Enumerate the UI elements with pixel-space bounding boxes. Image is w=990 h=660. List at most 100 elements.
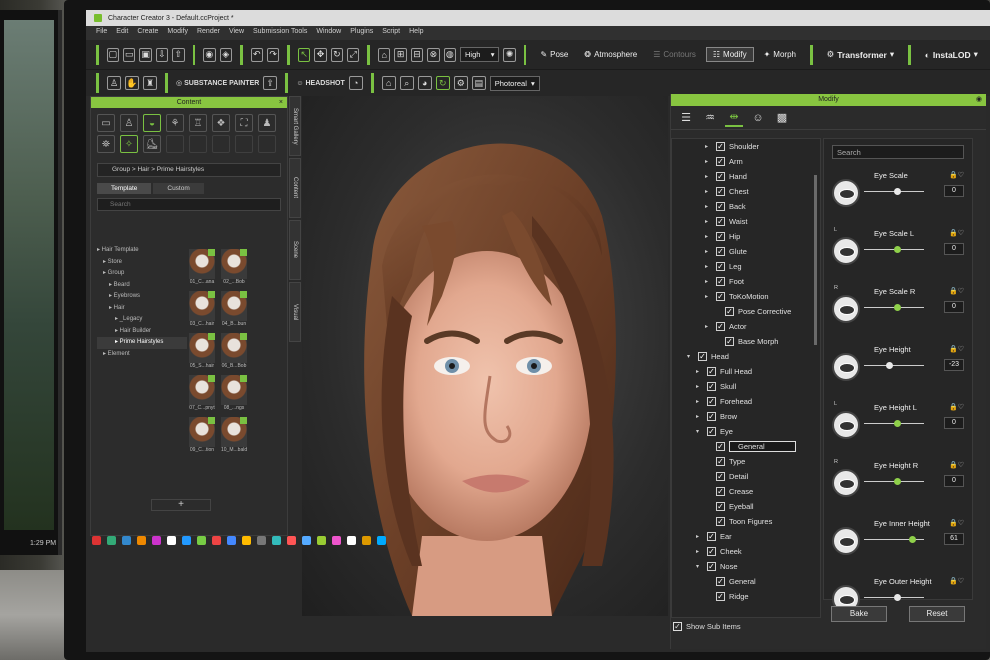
tree-row[interactable]: ▸ ✓ Ear <box>672 529 820 544</box>
slider-knob[interactable] <box>894 246 901 253</box>
checkbox-checked-icon[interactable]: ✓ <box>707 562 716 571</box>
modify-button[interactable]: ☷ Modify <box>705 47 754 62</box>
taskbar-app-icon[interactable] <box>272 536 281 545</box>
head-icon[interactable]: ◔ <box>348 76 363 90</box>
tree-row[interactable]: ✓ Base Morph <box>672 334 820 349</box>
tree-row[interactable]: ▸ ✓ ToKoMotion <box>672 289 820 304</box>
zoom-icon[interactable]: ⌕ <box>399 76 414 90</box>
content-tree-item[interactable]: ▸ Eyebrows <box>97 291 187 303</box>
chevron-right-icon[interactable]: ▸ <box>705 278 712 285</box>
menu-item[interactable]: Window <box>316 28 341 38</box>
new-file-icon[interactable]: ▢ <box>106 47 119 62</box>
taskbar-app-icon[interactable] <box>197 536 206 545</box>
rotate-view-icon[interactable]: ↻ <box>435 76 450 90</box>
slider-value-input[interactable]: 61 <box>944 533 964 545</box>
side-tab[interactable]: Visual <box>289 282 301 342</box>
slider-value-input[interactable]: -23 <box>944 359 964 371</box>
chevron-down-icon[interactable]: ▾ <box>696 428 703 435</box>
tree-row[interactable]: ▸ ✓ Hand <box>672 169 820 184</box>
content-tree-item[interactable]: ▸ Beard <box>97 280 187 292</box>
folder-icon[interactable]: ▭ <box>97 114 115 132</box>
content-tree-item[interactable]: ▸ Group <box>97 268 187 280</box>
checkbox-checked-icon[interactable]: ✓ <box>716 157 725 166</box>
checkbox-checked-icon[interactable]: ✓ <box>716 322 725 331</box>
tree-row[interactable]: ✓ Crease <box>672 484 820 499</box>
tree-row[interactable]: ▸ ✓ Hip <box>672 229 820 244</box>
lock-heart-icon[interactable]: 🔒♡ <box>949 461 964 469</box>
checkbox-checked-icon[interactable]: ✓ <box>716 187 725 196</box>
morph-tab-icon[interactable]: ⇹ <box>725 109 743 127</box>
slider-value-input[interactable]: 0 <box>944 301 964 313</box>
chevron-right-icon[interactable]: ▸ <box>696 368 703 375</box>
slider-track[interactable] <box>864 594 924 601</box>
tree-row[interactable]: ▸ ✓ Leg <box>672 259 820 274</box>
slider-knob[interactable] <box>894 304 901 311</box>
checkbox-checked-icon[interactable]: ✓ <box>716 592 725 601</box>
instalod-button[interactable]: ◐ InstaLOD ▾ <box>919 47 984 62</box>
light-icon[interactable]: ✺ <box>503 47 516 62</box>
slider-track[interactable] <box>864 478 924 485</box>
taskbar-app-icon[interactable] <box>242 536 251 545</box>
head-icon[interactable]: ◒ <box>143 114 161 132</box>
checkbox-checked-icon[interactable]: ✓ <box>716 262 725 271</box>
checkbox-checked-icon[interactable]: ✓ <box>716 457 725 466</box>
bake-button[interactable]: Bake <box>831 606 887 622</box>
frame-icon[interactable]: ⊞ <box>394 47 407 62</box>
tree-row[interactable]: ▾ ✓ Eye <box>672 424 820 439</box>
tree-row[interactable]: ▸ ✓ Brow <box>672 409 820 424</box>
checkbox-checked-icon[interactable]: ✓ <box>716 472 725 481</box>
tree-row[interactable]: ▾ ✓ Head <box>672 349 820 364</box>
slider-value-input[interactable]: 0 <box>944 185 964 197</box>
taskbar-app-icon[interactable] <box>362 536 371 545</box>
checkbox-checked-icon[interactable]: ✓ <box>698 352 707 361</box>
chevron-right-icon[interactable]: ▸ <box>705 188 712 195</box>
checkbox-checked-icon[interactable]: ✓ <box>716 142 725 151</box>
slider-value-input[interactable]: 0 <box>944 243 964 255</box>
gear-icon[interactable]: ⚙ <box>453 76 468 90</box>
content-tree-item[interactable]: ▸ _Legacy <box>97 314 187 326</box>
substance-painter-button[interactable]: ◎ SUBSTANCE PAINTER <box>176 79 259 88</box>
taskbar-app-icon[interactable] <box>227 536 236 545</box>
sliders-tab-icon[interactable]: ☰ <box>677 109 695 127</box>
tree-row[interactable]: ▸ ✓ Chest <box>672 184 820 199</box>
headshot-button[interactable]: ☺ HEADSHOT <box>296 80 344 87</box>
tree-row[interactable]: ✓ General <box>672 439 820 454</box>
chevron-down-icon[interactable]: ▾ <box>687 353 694 360</box>
close-icon[interactable]: × <box>279 97 283 108</box>
hair-thumbnail[interactable]: 08_...ngs <box>221 375 247 413</box>
hair-style-icon[interactable]: ✧ <box>120 135 138 153</box>
checkbox-checked-icon[interactable]: ✓ <box>716 292 725 301</box>
checkbox-checked-icon[interactable]: ✓ <box>716 202 725 211</box>
hair-thumbnail[interactable]: 04_B...bun <box>221 291 247 329</box>
render-mode-select[interactable]: Photoreal ▾ <box>489 75 540 91</box>
close-icon[interactable]: ◉ <box>976 94 982 106</box>
chevron-right-icon[interactable]: ▸ <box>696 413 703 420</box>
content-tree-item[interactable]: ▸ Element <box>97 349 187 361</box>
checkbox-checked-icon[interactable]: ✓ <box>707 427 716 436</box>
morph-button[interactable]: ✦ Morph <box>758 48 802 61</box>
tree-row[interactable]: ▸ ✓ Actor <box>672 319 820 334</box>
slider-knob[interactable] <box>886 362 894 369</box>
body-icon[interactable]: ♖ <box>189 114 207 132</box>
render-icon[interactable]: ◈ <box>219 47 232 62</box>
pose-button[interactable]: ✎ Pose <box>534 48 574 61</box>
chevron-right-icon[interactable]: ▸ <box>705 233 712 240</box>
chevron-right-icon[interactable]: ▸ <box>705 143 712 150</box>
taskbar-app-icon[interactable] <box>317 536 326 545</box>
hair-thumbnail[interactable]: 10_M...bald <box>221 417 247 455</box>
checkbox-checked-icon[interactable]: ✓ <box>707 397 716 406</box>
character-icon[interactable]: ♙ <box>120 114 138 132</box>
open-folder-icon[interactable]: ▭ <box>122 47 136 62</box>
checkbox-checked-icon[interactable]: ✓ <box>707 367 716 376</box>
tree-scrollbar[interactable] <box>814 175 817 345</box>
tree-row[interactable]: ▸ ✓ Shoulder <box>672 139 820 154</box>
frame-all-icon[interactable]: ⊟ <box>410 47 424 62</box>
tree-row[interactable]: ✓ General <box>672 574 820 589</box>
checkbox-checked-icon[interactable]: ✓ <box>716 442 725 451</box>
chevron-right-icon[interactable]: ▸ <box>696 383 703 390</box>
slider-knob[interactable] <box>909 536 916 543</box>
chevron-right-icon[interactable]: ▸ <box>705 173 712 180</box>
chevron-right-icon[interactable]: ▸ <box>705 218 712 225</box>
contours-button[interactable]: ☰ Contours <box>647 48 702 61</box>
breadcrumb[interactable]: Group > Hair > Prime Hairstyles <box>97 163 281 177</box>
